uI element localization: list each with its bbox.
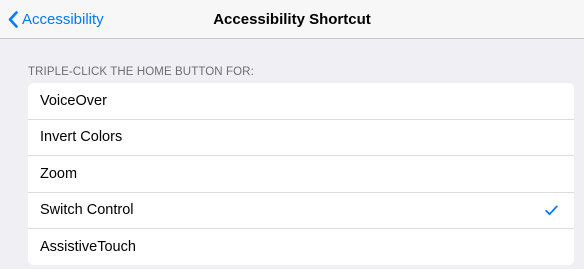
back-button-label: Accessibility xyxy=(22,11,104,28)
option-label: Zoom xyxy=(40,165,78,182)
section-header: TRIPLE-CLICK THE HOME BUTTON FOR: xyxy=(28,66,254,78)
option-switch-control[interactable]: Switch Control xyxy=(28,191,574,229)
option-label: Invert Colors xyxy=(40,129,123,146)
option-zoom[interactable]: Zoom xyxy=(28,155,574,192)
chevron-left-icon xyxy=(8,11,22,28)
option-label: AssistiveTouch xyxy=(40,238,136,255)
back-button[interactable]: Accessibility xyxy=(8,0,104,39)
navigation-bar: Accessibility Accessibility Shortcut xyxy=(0,0,584,39)
option-label: VoiceOver xyxy=(40,92,107,109)
option-assistivetouch[interactable]: AssistiveTouch xyxy=(28,228,574,265)
option-label: Switch Control xyxy=(40,202,134,219)
option-voiceover[interactable]: VoiceOver xyxy=(28,83,574,119)
shortcut-options-list: VoiceOver Invert Colors Zoom Switch Cont… xyxy=(28,83,574,265)
checkmark-icon xyxy=(545,204,558,220)
option-invert-colors[interactable]: Invert Colors xyxy=(28,118,574,156)
